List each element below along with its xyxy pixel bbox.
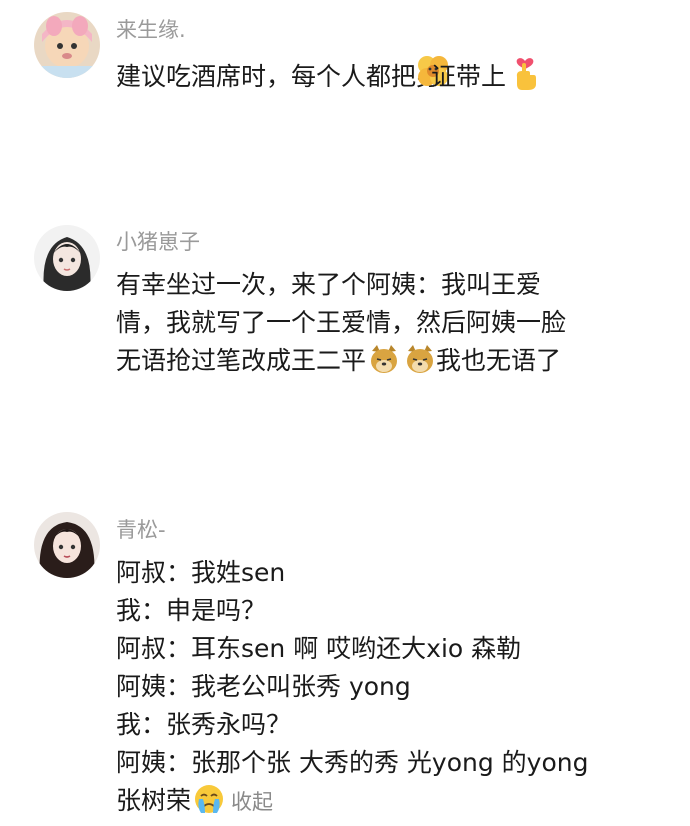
comment-line: 张树荣 收起 [116, 782, 588, 820]
comment-line: 无语抢过笔改成王二平 我也无语了 [116, 342, 566, 380]
username[interactable]: 青松- [116, 517, 166, 543]
comment-text: 阿叔：我姓sen 我：申是吗？ 阿叔：耳东sen 啊 哎哟还大xio 森勒 阿姨… [116, 554, 588, 820]
username[interactable]: 小猪崽子 [116, 229, 200, 255]
comment-text-segment: 张树荣 [116, 786, 192, 815]
doge-icon [404, 343, 436, 375]
comment-text: 有幸坐过一次，来了个阿姨：我叫王爱 情，我就写了一个王爱情，然后阿姨一脸 无语抢… [116, 266, 566, 380]
avatar[interactable] [34, 225, 100, 291]
comment-text: 建议吃酒席时，每个人都把身 证带上 [116, 55, 542, 93]
crying-face-icon [193, 783, 225, 815]
comment-line: 建议吃酒席时，每个人都把身 证带上 [116, 55, 542, 93]
comment-line: 阿叔：我姓sen [116, 558, 286, 587]
comment-line: 我：申是吗？ [116, 596, 267, 625]
comment-text-segment: 无语抢过笔改成王二平 [116, 346, 367, 375]
collapse-button[interactable]: 收起 [231, 790, 273, 814]
comment-text-segment: 证带上 [431, 62, 507, 91]
username[interactable]: 来生缘. [116, 17, 186, 43]
finger-heart-icon [510, 57, 542, 90]
user-avatar-icon [34, 225, 100, 291]
comment-line: 有幸坐过一次，来了个阿姨：我叫王爱 [116, 270, 542, 299]
comment-line: 阿叔：耳东sen 啊 哎哟还大xio 森勒 [116, 634, 522, 663]
doge-icon [368, 343, 400, 375]
avatar[interactable] [34, 512, 100, 578]
comment-line: 我：张秀永吗？ [116, 710, 292, 739]
user-avatar-icon [34, 512, 100, 578]
user-avatar-icon [34, 12, 100, 78]
comment-text-segment: 我也无语了 [436, 346, 562, 375]
comment-line: 情，我就写了一个王爱情，然后阿姨一脸 [116, 308, 567, 337]
avatar[interactable] [34, 12, 100, 78]
comment-text-segment: 建议吃酒席时，每个人都把身 [116, 62, 442, 91]
comment-feed: { "comments": [ { "username": "来生缘.", "l… [0, 0, 690, 821]
comment-line: 阿姨：张那个张 大秀的秀 光yong 的yong [116, 748, 589, 777]
comment-line: 阿姨：我老公叫张秀 yong [116, 672, 411, 701]
